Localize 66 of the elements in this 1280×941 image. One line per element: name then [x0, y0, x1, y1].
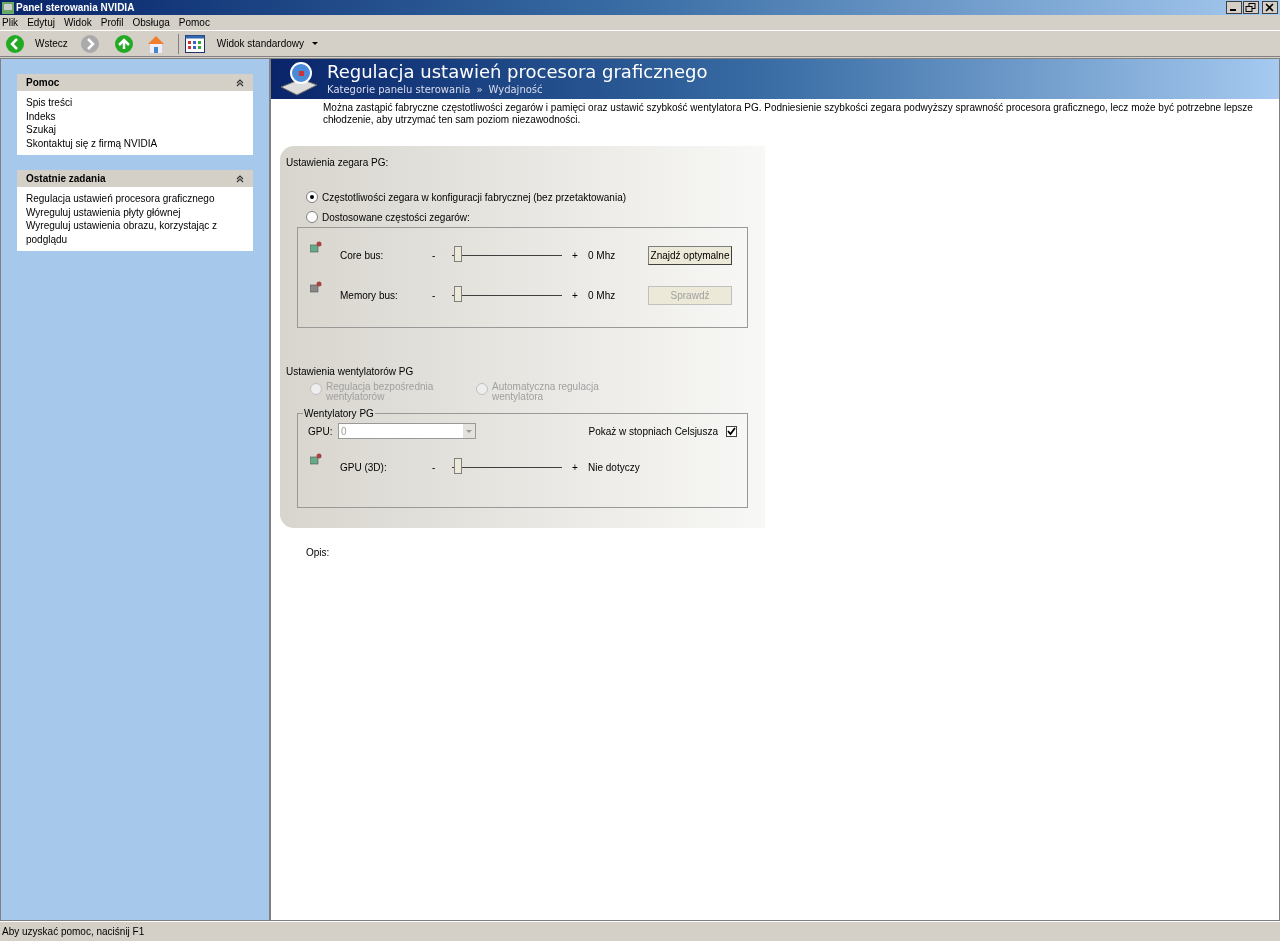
slider-label: Core bus:: [340, 248, 385, 263]
up-button[interactable]: [113, 33, 134, 54]
restore-icon[interactable]: [1243, 1, 1259, 14]
chip-icon: [310, 241, 322, 253]
view-icon[interactable]: [184, 34, 205, 53]
view-dropdown[interactable]: Widok standardowy: [216, 36, 319, 51]
minus-label: -: [432, 460, 437, 475]
minus-label: -: [432, 248, 437, 263]
menu-item[interactable]: Edytuj: [27, 15, 55, 30]
menu-item[interactable]: Pomoc: [178, 15, 210, 30]
radio-button[interactable]: [306, 191, 318, 203]
slider-reading: Nie dotyczy: [588, 460, 641, 475]
breadcrumb-item[interactable]: Kategorie panelu sterowania: [327, 82, 471, 97]
chip-icon: [310, 281, 322, 293]
caret-icon: [312, 41, 319, 46]
slider-thumb[interactable]: [454, 458, 463, 474]
caret-icon: [463, 424, 475, 438]
breadcrumb-item: »: [476, 83, 483, 97]
panel-title: Pomoc: [26, 76, 60, 90]
plus-label: +: [571, 288, 579, 303]
description-label: Opis:: [306, 546, 331, 560]
plus-label: +: [571, 460, 579, 475]
minimize-icon[interactable]: [1226, 1, 1242, 14]
sidebar-link[interactable]: Wyreguluj ustawienia płyty głównej: [26, 205, 244, 219]
slider-label: Memory bus:: [340, 288, 399, 303]
slider-reading: 0 Mhz: [588, 288, 617, 303]
back-button[interactable]: Wstecz: [5, 33, 68, 54]
slider-thumb[interactable]: [454, 246, 463, 262]
sidebar-link[interactable]: Spis treści: [26, 96, 244, 110]
minus-label: -: [432, 288, 437, 303]
slider-thumb[interactable]: [454, 286, 463, 302]
group-title: Wentylatory PG: [303, 407, 375, 421]
sidebar-link[interactable]: Indeks: [26, 109, 244, 123]
window-title: Panel sterowania NVIDIA: [16, 1, 135, 15]
menu-item[interactable]: Plik: [2, 15, 19, 30]
action-button[interactable]: Znajdź optymalne: [648, 245, 732, 265]
sidebar-link[interactable]: Skontaktuj się z firmą NVIDIA: [26, 136, 244, 150]
radio-label: Dostosowane częstości zegarów:: [322, 211, 470, 225]
monitor-globe-icon: [279, 61, 319, 97]
close-icon[interactable]: [1262, 1, 1278, 14]
plus-label: +: [571, 248, 579, 263]
menu-item[interactable]: Profil: [100, 15, 124, 30]
gpu-label: GPU:: [308, 424, 334, 439]
collapse-icon[interactable]: [236, 174, 244, 183]
panel-title: Ostatnie zadania: [26, 172, 106, 186]
sidebar-link[interactable]: Szukaj: [26, 123, 244, 137]
radio-label: Automatyczna regulacja wentylatora: [492, 382, 600, 402]
menu-item[interactable]: Widok: [63, 15, 92, 30]
chip-icon: [310, 453, 322, 465]
radio-button[interactable]: [306, 211, 318, 223]
page-description: Można zastąpić fabryczne częstotliwości zegarów i pamięci oraz ustawić szybkość wentylatora PG. Podniesienie szybkości zegara podwyższy sprawność procesora graficznego, lecz może być potrzebne lepsze chłodzenie, aby utrzymać ten sam poziom niezawodności.: [322, 101, 1254, 126]
slider-label: GPU (3D):: [340, 460, 388, 475]
checkbox-label: Pokaż w stopniach Celsjusza: [588, 424, 718, 439]
checkbox[interactable]: [726, 425, 737, 437]
breadcrumb-item[interactable]: Wydajność: [488, 82, 543, 97]
sidebar-link[interactable]: Regulacja ustawień procesora graficznego: [26, 192, 244, 206]
radio-label: Regulacja bezpośrednia wentylatorów: [326, 382, 435, 402]
section-title: Ustawienia wentylatorów PG: [286, 365, 415, 379]
status-text: Aby uzyskać pomoc, naciśnij F1: [2, 925, 145, 939]
radio-label: Częstotliwości zegara w konfiguracji fabrycznej (bez przetaktowania): [322, 191, 627, 205]
slider-reading: 0 Mhz: [588, 248, 617, 263]
page-title: Regulacja ustawień procesora graficznego: [327, 61, 708, 82]
sidebar-link[interactable]: Wyreguluj ustawienia obrazu, korzystając z podglądu: [26, 219, 244, 246]
section-title: Ustawienia zegara PG:: [286, 156, 390, 170]
menu-item[interactable]: Obsługa: [132, 15, 170, 30]
collapse-icon[interactable]: [236, 78, 244, 87]
